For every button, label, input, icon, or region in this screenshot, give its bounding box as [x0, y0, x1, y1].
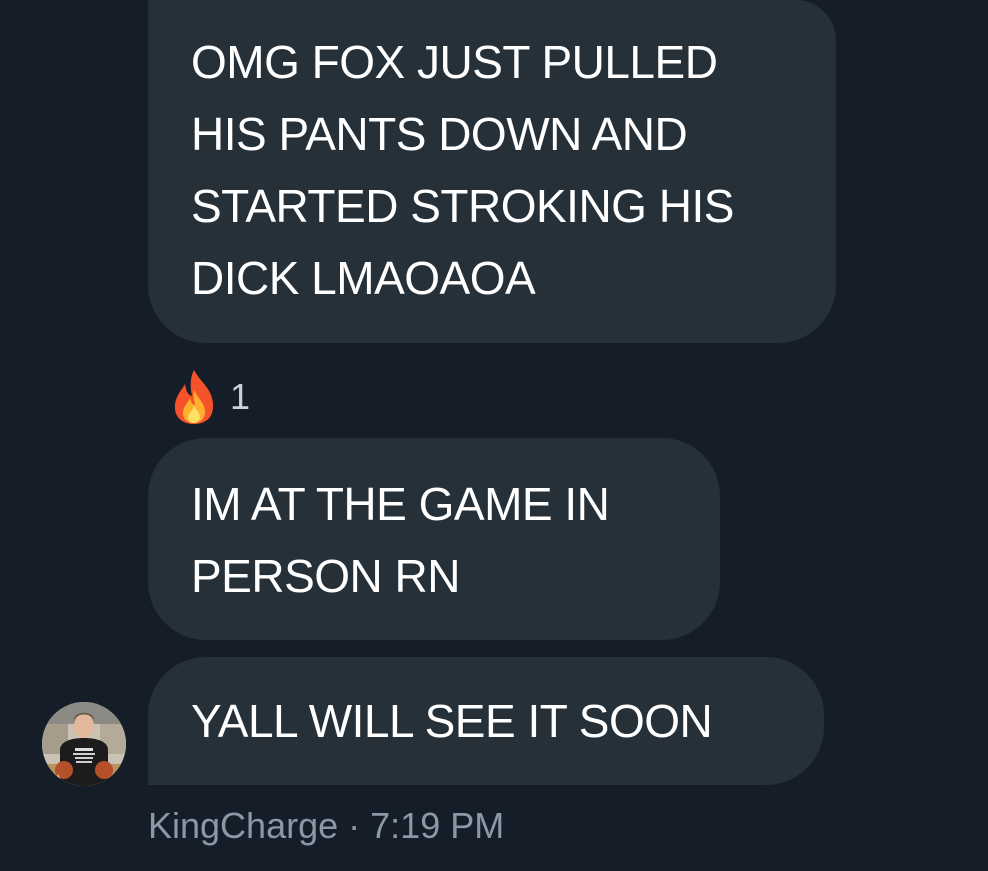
- sender-name[interactable]: KingCharge: [148, 805, 338, 846]
- message-bubble[interactable]: IM AT THE GAME IN PERSON RN: [148, 438, 720, 640]
- message-line: STARTED STROKING HIS: [191, 180, 734, 232]
- message-bubble[interactable]: YALL WILL SEE IT SOON: [148, 657, 824, 785]
- user-avatar[interactable]: [42, 702, 126, 786]
- reaction-count: 1: [230, 376, 251, 417]
- message-timestamp: 7:19 PM: [370, 805, 505, 846]
- meta-separator: ·: [348, 805, 361, 846]
- avatar-image: [42, 702, 126, 786]
- message-bubble[interactable]: OMG FOX JUST PULLED HIS PANTS DOWN AND S…: [148, 0, 836, 343]
- message-line: DICK LMAOAOA: [191, 252, 536, 304]
- reaction-badge[interactable]: 1: [170, 368, 250, 426]
- message-meta: KingCharge · 7:19 PM: [148, 804, 504, 848]
- message-line: IM AT THE GAME IN: [191, 478, 610, 530]
- message-line: YALL WILL SEE IT SOON: [191, 695, 713, 747]
- fire-emoji-icon: [174, 370, 214, 424]
- message-line: OMG FOX JUST PULLED: [191, 36, 718, 88]
- message-line: PERSON RN: [191, 550, 460, 602]
- message-line: HIS PANTS DOWN AND: [191, 108, 688, 160]
